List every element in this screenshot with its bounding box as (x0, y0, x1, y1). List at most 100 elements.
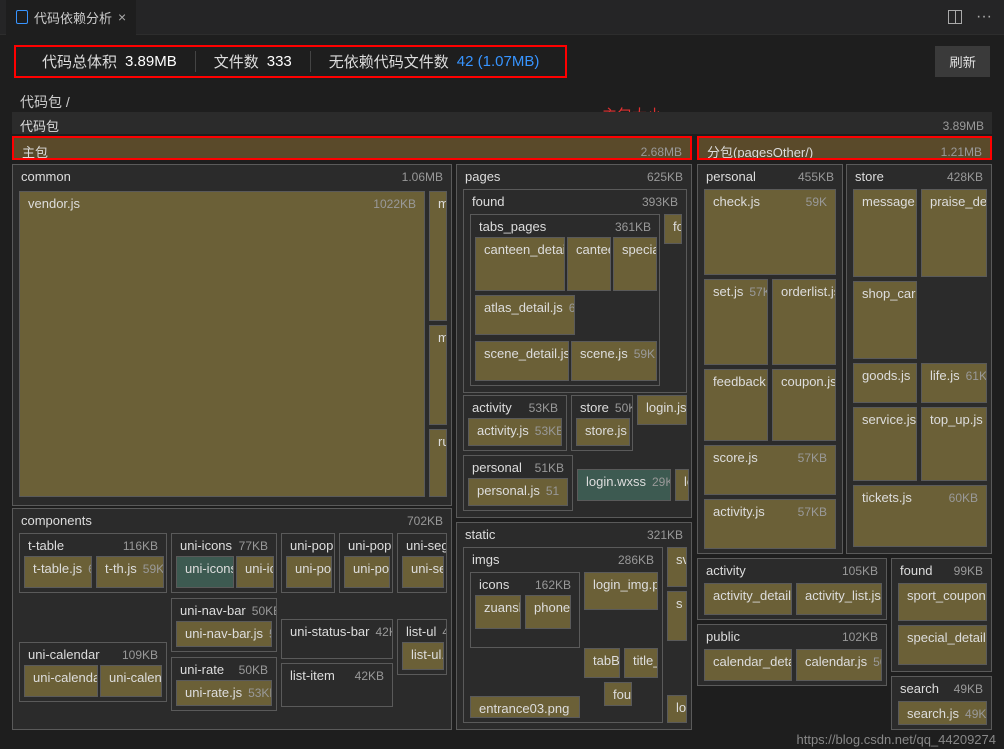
leaf-praise[interactable]: praise_det (921, 189, 987, 277)
node-activity[interactable]: activity53KB activity.js53KB (463, 395, 567, 451)
node-static[interactable]: static321KB imgs286KB icons162KB zuansh … (456, 522, 692, 730)
leaf-searchjs[interactable]: search.js49KB (898, 701, 987, 725)
leaf-service[interactable]: service.js60 (853, 407, 917, 481)
node-uniicons-b[interactable]: uni-ic (236, 556, 274, 588)
node-common-m1[interactable]: ma (429, 191, 447, 321)
node-unisegn-a[interactable]: uni-sec (402, 556, 444, 588)
node-coupon[interactable]: coupon.js57 (772, 369, 836, 441)
node-common-m3[interactable]: run (429, 429, 447, 497)
node-ttable[interactable]: t-table116KB t-table.js60 t-th.js59KB (19, 533, 167, 593)
node-unipopu2-a[interactable]: uni-pop (344, 556, 390, 588)
node-unicalendar[interactable]: uni-calendar109KB uni-calenda uni-calen (19, 642, 167, 702)
node-listul[interactable]: list-ul41KB list-ul.j (397, 619, 447, 675)
node-tabs[interactable]: tabs_pages361KB canteen_detail.j cantee … (470, 214, 660, 386)
node-ttable-a[interactable]: t-table.js60 (24, 556, 92, 588)
node-orderlist2[interactable]: orderlist.js5 (772, 279, 836, 365)
leaf-actdet[interactable]: activity_detail. (704, 583, 792, 615)
node-score[interactable]: score.js57KB (704, 445, 836, 495)
node-public2[interactable]: public102KB calendar_deta calendar.js50 (697, 624, 887, 686)
node-listul-a[interactable]: list-ul.j (402, 642, 444, 670)
leaf-caldet[interactable]: calendar_deta (704, 649, 792, 681)
node-scene[interactable]: scene.js59KB (571, 341, 657, 381)
node-loc[interactable]: loc (667, 695, 687, 723)
node-pages[interactable]: pages625KB found393KB tabs_pages361KB ca… (456, 164, 692, 518)
node-special[interactable]: special (613, 237, 657, 291)
leaf-life[interactable]: life.js61KB (921, 363, 987, 403)
node-check[interactable]: check.js59K (704, 189, 836, 275)
node-entrance[interactable]: entrance03.png (470, 696, 580, 718)
node-uninav[interactable]: uni-nav-bar50KB uni-nav-bar.js53K (171, 598, 277, 652)
node-activityjs[interactable]: activity.js53KB (468, 418, 562, 446)
node-lo[interactable]: lo (675, 469, 689, 501)
node-root[interactable]: 代码包3.89MB (12, 112, 992, 134)
node-scenedet[interactable]: scene_detail.js6 (475, 341, 569, 381)
node-atlas[interactable]: atlas_detail.js62 (475, 295, 575, 335)
stat-file-count: 文件数 333 (195, 51, 310, 72)
leaf-cal[interactable]: calendar.js50 (796, 649, 882, 681)
tab-code-analysis[interactable]: 代码依赖分析 × (6, 0, 136, 35)
node-found2[interactable]: found99KB sport_coupon.js50K special_det… (891, 558, 992, 672)
node-unirate-a[interactable]: uni-rate.js53KB (176, 680, 272, 706)
nodeps-link[interactable]: 42 (1.07MB) (457, 53, 540, 70)
node-uniicons-a[interactable]: uni-icons (176, 556, 234, 588)
node-unipopu1-a[interactable]: uni-pop (286, 556, 332, 588)
node-unisegn[interactable]: uni-segn uni-sec (397, 533, 447, 593)
node-found[interactable]: found393KB tabs_pages361KB canteen_detai… (463, 189, 687, 393)
node-loginjs[interactable]: login.js47 (637, 395, 687, 425)
node-unipopu1[interactable]: uni-popu uni-pop (281, 533, 335, 593)
node-main[interactable]: 主包2.68MB (12, 136, 692, 160)
node-unical-b[interactable]: uni-calen (100, 665, 162, 697)
leaf-tickets[interactable]: tickets.js60KB (853, 485, 987, 547)
node-personal-r[interactable]: personal455KB check.js59K set.js57KB ord… (697, 164, 843, 554)
node-phone[interactable]: phone (525, 595, 571, 629)
node-unistatus[interactable]: uni-status-bar42KB (281, 619, 393, 659)
leaf-actlist[interactable]: activity_list.js (796, 583, 882, 615)
node-personal[interactable]: personal51KB personal.js51 (463, 455, 573, 511)
node-imgs[interactable]: imgs286KB icons162KB zuansh phone login_… (463, 547, 663, 723)
node-svg[interactable]: svg (667, 547, 687, 587)
leaf-shopcar[interactable]: shop_car.js (853, 281, 917, 359)
split-editor-icon[interactable] (948, 10, 962, 24)
node-listitem[interactable]: list-item42KB (281, 663, 393, 707)
node-titlei[interactable]: title_i (624, 648, 658, 678)
node-canteen1[interactable]: canteen_detail.j (475, 237, 565, 291)
node-tabba[interactable]: tabBa (584, 648, 620, 678)
refresh-button[interactable]: 刷新 (935, 46, 990, 77)
node-uniicons[interactable]: uni-icons77KB uni-icons uni-ic (171, 533, 277, 593)
close-icon[interactable]: × (118, 9, 126, 25)
stats-bar: 代码总体积 3.89MB 文件数 333 无依赖代码文件数 42 (1.07MB… (0, 35, 1004, 84)
node-s[interactable]: s (667, 591, 687, 641)
node-store-right[interactable]: store428KB message.js praise_det shop_ca… (846, 164, 992, 554)
leaf-sport[interactable]: sport_coupon.js50K (898, 583, 987, 621)
node-common[interactable]: common1.06MB vendor.js1022KB ma ma run (12, 164, 452, 506)
node-fou[interactable]: fou (604, 682, 632, 706)
node-vendor[interactable]: vendor.js1022KB (19, 191, 425, 497)
node-unical-a[interactable]: uni-calenda (24, 665, 98, 697)
node-activity-r[interactable]: activity.js57KB (704, 499, 836, 549)
node-storejs[interactable]: store.js5 (576, 418, 630, 446)
node-zuansh[interactable]: zuansh (475, 595, 521, 629)
node-fo[interactable]: fo (664, 214, 682, 244)
node-common-m2[interactable]: ma (429, 325, 447, 425)
node-canteen2[interactable]: cantee (567, 237, 611, 291)
node-sub[interactable]: 分包(pagesOther/)1.21MB (697, 136, 992, 160)
node-loginwxss[interactable]: login.wxss29KB (577, 469, 671, 501)
node-activity2[interactable]: activity105KB activity_detail. activity_… (697, 558, 887, 620)
node-ttable-b[interactable]: t-th.js59KB (96, 556, 164, 588)
leaf-goods[interactable]: goods.js62 (853, 363, 917, 403)
node-search2[interactable]: search49KB search.js49KB (891, 676, 992, 730)
node-components[interactable]: components702KB t-table116KB t-table.js6… (12, 508, 452, 730)
node-uninav-a[interactable]: uni-nav-bar.js53K (176, 621, 272, 647)
node-loginimg[interactable]: login_img.pn (584, 572, 658, 610)
node-unirate[interactable]: uni-rate50KB uni-rate.js53KB (171, 657, 277, 711)
node-unipopu2[interactable]: uni-popu uni-pop (339, 533, 393, 593)
node-personaljs[interactable]: personal.js51 (468, 478, 568, 506)
node-set[interactable]: set.js57KB (704, 279, 768, 365)
node-store[interactable]: store50KB store.js5 (571, 395, 633, 451)
leaf-message[interactable]: message.js (853, 189, 917, 277)
node-icons[interactable]: icons162KB zuansh phone (470, 572, 580, 648)
node-feedback[interactable]: feedback.js (704, 369, 768, 441)
leaf-topup[interactable]: top_up.js60 (921, 407, 987, 481)
more-icon[interactable]: ··· (976, 8, 992, 26)
leaf-specdet[interactable]: special_detail.js49K (898, 625, 987, 665)
